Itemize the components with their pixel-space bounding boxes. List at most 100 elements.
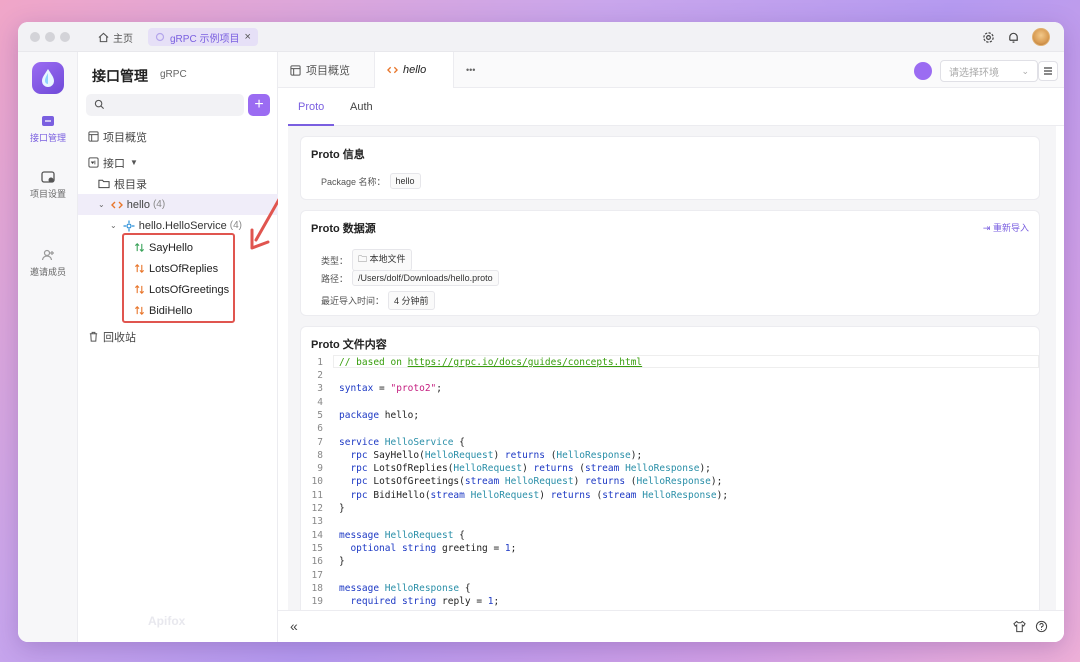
search-icon (94, 99, 105, 110)
help-icon[interactable] (1035, 620, 1048, 633)
package-row: Package 名称： hello (321, 173, 421, 189)
source-type-row: 类型： 🗀 本地文件 (321, 249, 412, 271)
sidebar-item-label: 回收站 (103, 331, 136, 344)
project-tab-label: gRPC 示例项目 (170, 33, 240, 45)
folder-icon: 🗀 (358, 254, 368, 264)
source-type-text: 本地文件 (369, 254, 406, 264)
env-status-icon[interactable] (914, 62, 932, 80)
folder-icon (98, 179, 110, 189)
import-icon: ⇥ (982, 223, 991, 233)
import-time-label: 最近导入时间： (321, 296, 385, 306)
layout-icon (290, 64, 301, 76)
sidebar-item-label: 项目概览 (103, 131, 147, 144)
api-icon (88, 157, 99, 168)
menu-icon[interactable] (1038, 61, 1058, 81)
add-user-icon (41, 249, 54, 261)
rail-interface-management[interactable]: 接口管理 (18, 114, 78, 144)
home-tab-label: 主页 (113, 34, 133, 45)
proto-subtabs: Proto Auth (288, 88, 1064, 126)
search-input[interactable] (86, 94, 244, 116)
main-panel: 项目概览 hello ••• 请选择环境 ⌄ Proto Auth Proto … (278, 52, 1064, 642)
tree-item-count: (4) (152, 199, 166, 210)
reimport-label: 重新导入 (992, 223, 1029, 233)
gear-icon[interactable] (982, 31, 995, 44)
zoom-window-button[interactable] (60, 32, 70, 42)
tab-auth[interactable]: Auth (340, 88, 383, 126)
home-icon (98, 32, 109, 43)
rail-invite-members[interactable]: 邀请成员 (18, 248, 78, 278)
bell-icon[interactable] (1007, 31, 1020, 44)
more-tabs-button[interactable]: ••• (454, 52, 487, 88)
environment-select[interactable]: 请选择环境 ⌄ (940, 60, 1038, 82)
tree-item-label: hello (126, 198, 150, 211)
title-bar: 主页 gRPC 示例项目 × (18, 22, 1064, 52)
tree-item-count: (4) (229, 220, 242, 231)
proto-source-card: Proto 数据源 ⇥ 重新导入 类型： 🗀 本地文件 路径： /Users/d… (300, 210, 1040, 316)
tree-item-label: hello.HelloService (138, 219, 227, 232)
code-icon (387, 66, 398, 74)
chevron-down-icon[interactable]: ▼ (130, 158, 138, 167)
tree-item-label: 根目录 (114, 178, 147, 191)
rail-project-settings[interactable]: 项目设置 (18, 170, 78, 200)
brand-watermark: Apifox (148, 614, 186, 628)
source-path-row: 路径： /Users/dolf/Downloads/hello.proto (321, 270, 499, 286)
app-logo (32, 62, 64, 94)
proto-info-card: Proto 信息 Package 名称： hello (300, 136, 1040, 200)
avatar[interactable] (1032, 28, 1050, 46)
import-time-value: 4 分钟前 (388, 291, 435, 310)
tab-project-overview[interactable]: 项目概览 (278, 52, 362, 88)
sidebar-item-recycle-bin[interactable]: 回收站 (78, 326, 278, 347)
card-title: Proto 文件内容 (311, 339, 387, 351)
code-icon (110, 201, 123, 208)
api-sidebar: 接口管理 gRPC + 项目概览 接口 ▼ 根目录 ⌄ hello (4) ⌄ (78, 52, 278, 642)
status-footer: « (278, 610, 1064, 642)
code-editor[interactable]: 1// based on https://grpc.io/docs/guides… (301, 353, 1039, 610)
rail-item-label: 接口管理 (29, 133, 66, 143)
reimport-button[interactable]: ⇥ 重新导入 (983, 221, 1029, 234)
chevron-down-icon[interactable]: ⌄ (110, 221, 117, 230)
highlight-box (122, 233, 235, 323)
chevron-down-icon[interactable]: ⌄ (98, 200, 105, 209)
import-time-row: 最近导入时间： 4 分钟前 (321, 291, 435, 310)
proto-content: Proto 信息 Package 名称： hello Proto 数据源 ⇥ 重… (288, 126, 1056, 610)
app-window: 主页 gRPC 示例项目 × 接口管理 项目设置 邀请成员 接口管理 gRPC … (18, 22, 1064, 642)
rail-item-label: 邀请成员 (29, 267, 66, 277)
layout-icon (88, 131, 99, 142)
package-label: Package 名称： (321, 176, 386, 187)
left-rail: 接口管理 项目设置 邀请成员 (18, 52, 78, 642)
rail-item-label: 项目设置 (29, 189, 66, 199)
trash-icon (89, 331, 98, 342)
shirt-icon[interactable] (1013, 620, 1026, 633)
home-tab[interactable]: 主页 (98, 29, 133, 46)
tab-proto[interactable]: Proto (288, 88, 335, 126)
add-button[interactable]: + (248, 94, 270, 116)
tab-label: 项目概览 (306, 65, 350, 77)
hamburger-icon (1044, 67, 1052, 75)
service-icon (123, 220, 135, 231)
package-value: hello (389, 173, 421, 189)
source-path-value: /Users/dolf/Downloads/hello.proto (352, 270, 499, 286)
settings-icon (41, 171, 55, 183)
source-path-label: 路径： (321, 273, 349, 284)
tab-label: hello (403, 64, 427, 76)
source-type-value: 🗀 本地文件 (352, 249, 412, 271)
source-type-label: 类型： (321, 255, 349, 266)
sidebar-subtitle: gRPC (160, 69, 187, 80)
environment-placeholder: 请选择环境 (949, 67, 999, 79)
drop-logo-icon (42, 69, 54, 87)
card-title: Proto 数据源 (311, 223, 376, 235)
close-window-button[interactable] (30, 32, 40, 42)
sidebar-item-overview[interactable]: 项目概览 (78, 126, 278, 147)
minimize-window-button[interactable] (45, 32, 55, 42)
card-title: Proto 信息 (311, 149, 365, 161)
sidebar-item-label: 接口 (103, 157, 125, 170)
tab-hello[interactable]: hello (374, 52, 454, 88)
close-icon[interactable]: × (244, 31, 250, 43)
proto-file-card: Proto 文件内容 1// based on https://grpc.io/… (300, 326, 1040, 610)
page-tab-bar: 项目概览 hello ••• 请选择环境 ⌄ (278, 52, 1064, 88)
interface-icon (42, 116, 54, 126)
project-tab[interactable]: gRPC 示例项目 × (148, 28, 258, 46)
collapse-sidebar-button[interactable]: « (290, 618, 298, 634)
chevron-down-icon: ⌄ (1021, 65, 1029, 76)
sidebar-title: 接口管理 (92, 68, 148, 84)
